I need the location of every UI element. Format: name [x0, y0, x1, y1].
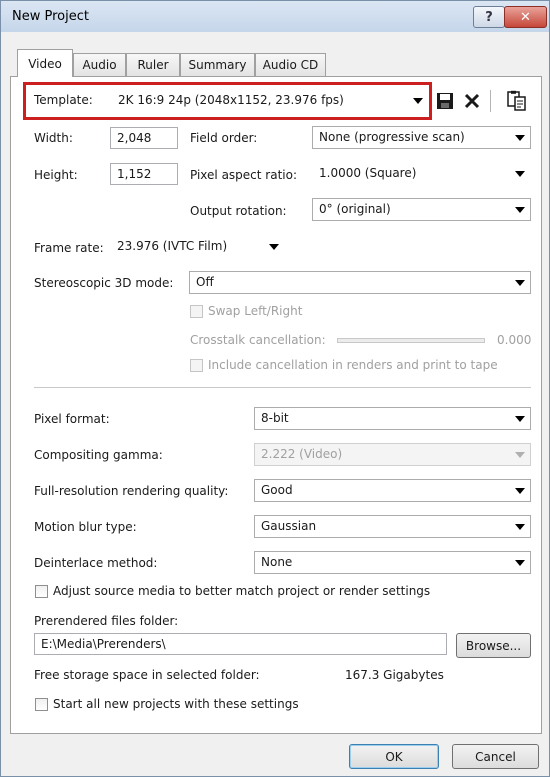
deinterlace-select[interactable]: None: [254, 551, 531, 574]
tab-video[interactable]: Video: [17, 49, 73, 77]
toolbar-separator: [490, 90, 491, 112]
motion-blur-label: Motion blur type:: [34, 520, 137, 534]
frame-rate-label: Frame rate:: [34, 241, 104, 255]
tab-audio-cd-label: Audio CD: [262, 58, 319, 72]
tab-audio[interactable]: Audio: [73, 53, 126, 76]
field-order-value: None (progressive scan): [319, 130, 465, 144]
browse-button[interactable]: Browse...: [456, 633, 531, 658]
pixel-format-select[interactable]: 8-bit: [254, 407, 531, 430]
adjust-source-checkbox[interactable]: [35, 585, 48, 598]
start-new-label: Start all new projects with these settin…: [53, 697, 299, 711]
ok-button-label: OK: [385, 749, 403, 764]
field-order-select[interactable]: None (progressive scan): [312, 126, 531, 149]
tab-summary[interactable]: Summary: [180, 53, 255, 76]
chevron-down-icon: [515, 452, 525, 458]
chevron-down-icon: [515, 416, 525, 422]
close-icon: ✕: [520, 9, 531, 25]
swap-lr-label: Swap Left/Right: [208, 304, 303, 318]
compositing-gamma-select[interactable]: 2.222 (Video): [254, 443, 531, 466]
render-quality-label: Full-resolution rendering quality:: [34, 484, 229, 498]
help-button[interactable]: ?: [473, 6, 505, 28]
field-order-label: Field order:: [190, 131, 258, 145]
stereo3d-label: Stereoscopic 3D mode:: [34, 276, 174, 290]
include-cancel-checkbox[interactable]: [190, 359, 203, 372]
crosstalk-slider[interactable]: [337, 338, 485, 343]
crosstalk-label: Crosstalk cancellation:: [190, 333, 326, 347]
stereo3d-select[interactable]: Off: [189, 271, 531, 294]
include-cancel-label: Include cancellation in renders and prin…: [208, 358, 498, 372]
motion-blur-value: Gaussian: [261, 519, 317, 533]
width-label: Width:: [34, 131, 73, 145]
template-label: Template:: [34, 93, 93, 107]
height-field[interactable]: 1,152: [110, 163, 178, 185]
pixel-format-label: Pixel format:: [34, 412, 110, 426]
frame-rate-select[interactable]: 23.976 (IVTC Film): [110, 235, 285, 258]
pixel-aspect-label: Pixel aspect ratio:: [190, 168, 298, 182]
chevron-down-icon: [515, 280, 525, 286]
deinterlace-value: None: [261, 555, 293, 569]
template-value: 2K 16:9 24p (2048x1152, 23.976 fps): [118, 93, 344, 107]
width-field[interactable]: 2,048: [110, 127, 178, 149]
pixel-format-value: 8-bit: [261, 411, 289, 425]
copy-icon[interactable]: [507, 90, 527, 112]
window-title: New Project: [12, 9, 89, 24]
cancel-button-label: Cancel: [475, 749, 516, 764]
adjust-source-label: Adjust source media to better match proj…: [53, 584, 431, 598]
delete-icon[interactable]: [464, 93, 480, 109]
compositing-gamma-value: 2.222 (Video): [261, 447, 343, 461]
title-bar: New Project ? ✕: [1, 1, 549, 32]
chevron-down-icon: [515, 488, 525, 494]
section-divider: [34, 387, 531, 389]
stereo3d-value: Off: [196, 275, 214, 289]
render-quality-select[interactable]: Good: [254, 479, 531, 502]
tab-ruler[interactable]: Ruler: [126, 53, 180, 76]
chevron-down-icon: [413, 98, 423, 104]
swap-lr-checkbox[interactable]: [190, 305, 203, 318]
output-rotation-select[interactable]: 0° (original): [312, 198, 531, 221]
tab-audio-cd[interactable]: Audio CD: [255, 53, 326, 76]
tab-ruler-label: Ruler: [137, 58, 169, 72]
height-label: Height:: [34, 168, 78, 182]
output-rotation-value: 0° (original): [319, 202, 391, 216]
output-rotation-label: Output rotation:: [190, 204, 287, 218]
frame-rate-value: 23.976 (IVTC Film): [117, 239, 228, 253]
start-new-checkbox[interactable]: [35, 698, 48, 711]
ok-button[interactable]: OK: [349, 744, 439, 769]
storage-label: Free storage space in selected folder:: [34, 668, 260, 682]
tab-audio-label: Audio: [82, 58, 117, 72]
chevron-down-icon: [515, 560, 525, 566]
cancel-button[interactable]: Cancel: [452, 744, 539, 769]
tab-summary-label: Summary: [188, 58, 247, 72]
chevron-down-icon: [269, 244, 279, 250]
chevron-down-icon: [515, 135, 525, 141]
deinterlace-label: Deinterlace method:: [34, 556, 158, 570]
tab-video-label: Video: [28, 56, 62, 71]
pixel-aspect-select[interactable]: 1.0000 (Square): [312, 162, 531, 185]
chevron-down-icon: [515, 524, 525, 530]
save-icon[interactable]: [436, 92, 454, 110]
prerender-label: Prerendered files folder:: [34, 614, 179, 628]
compositing-gamma-label: Compositing gamma:: [34, 448, 163, 462]
crosstalk-value: 0.000: [497, 333, 532, 347]
chevron-down-icon: [515, 171, 525, 177]
browse-button-label: Browse...: [465, 638, 522, 653]
close-button[interactable]: ✕: [504, 6, 547, 28]
pixel-aspect-value: 1.0000 (Square): [319, 166, 417, 180]
storage-value: 167.3 Gigabytes: [345, 668, 444, 682]
help-icon: ?: [485, 9, 493, 25]
template-select[interactable]: 2K 16:9 24p (2048x1152, 23.976 fps): [111, 89, 429, 112]
chevron-down-icon: [515, 207, 525, 213]
prerender-path-field[interactable]: E:\Media\Prerenders\: [34, 633, 447, 655]
motion-blur-select[interactable]: Gaussian: [254, 515, 531, 538]
render-quality-value: Good: [261, 483, 293, 497]
